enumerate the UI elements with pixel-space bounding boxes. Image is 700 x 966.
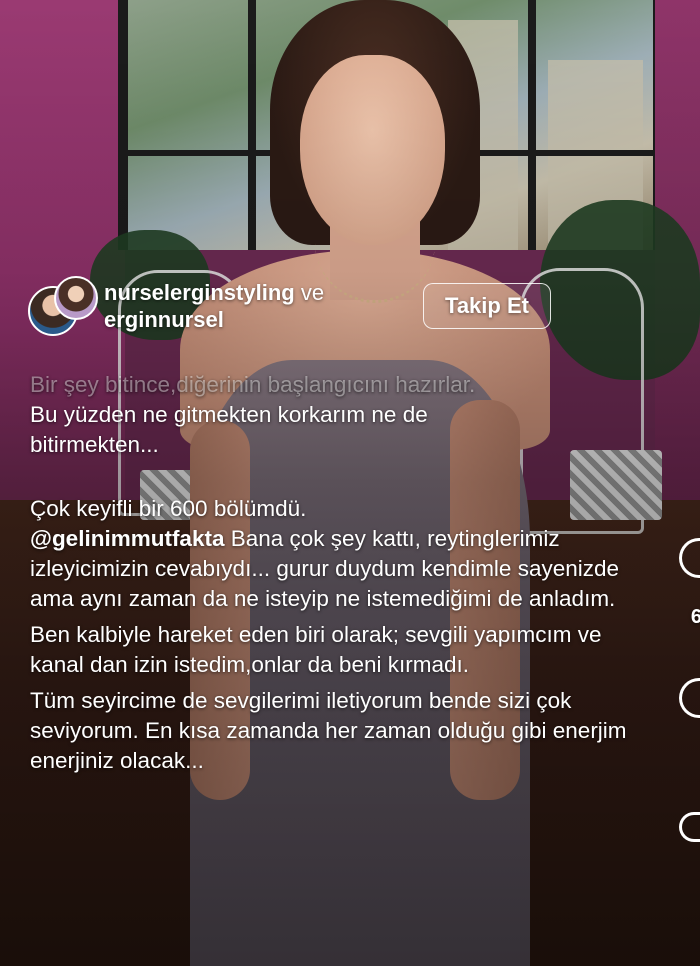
caption-paragraph: Ben kalbiyle hareket eden biri olarak; s… — [30, 622, 602, 677]
post-caption: Bir şey bitince,diğerinin başlangıcını h… — [30, 370, 655, 776]
like-count: 6 — [690, 606, 700, 628]
avatar-collab[interactable] — [54, 276, 98, 320]
author-names[interactable]: nurselerginstyling ve erginnursel — [104, 279, 324, 333]
caption-line: bitirmekten... — [30, 432, 159, 457]
caption-paragraph: Çok keyifli bir 600 bölümdü. — [30, 496, 307, 521]
author-joiner: ve — [300, 280, 325, 305]
caption-paragraph: Tüm seyircime de sevgilerimi iletiyorum … — [30, 688, 627, 773]
author-username-secondary[interactable]: erginnursel — [104, 306, 324, 333]
author-username-primary[interactable]: nurselerginstyling — [104, 280, 295, 305]
caption-paragraph: @gelinimmutfakta Bana çok şey kattı, rey… — [30, 524, 655, 614]
author-avatars[interactable] — [28, 274, 98, 338]
caption-faded-line: Bir şey bitince,diğerinin başlangıcını h… — [30, 372, 476, 397]
mention-link[interactable]: @gelinimmutfakta — [30, 526, 224, 551]
post-author[interactable]: nurselerginstyling ve erginnursel — [28, 274, 324, 338]
follow-button[interactable]: Takip Et — [423, 283, 551, 329]
caption-line: Bu yüzden ne gitmekten korkarım ne de — [30, 402, 428, 427]
